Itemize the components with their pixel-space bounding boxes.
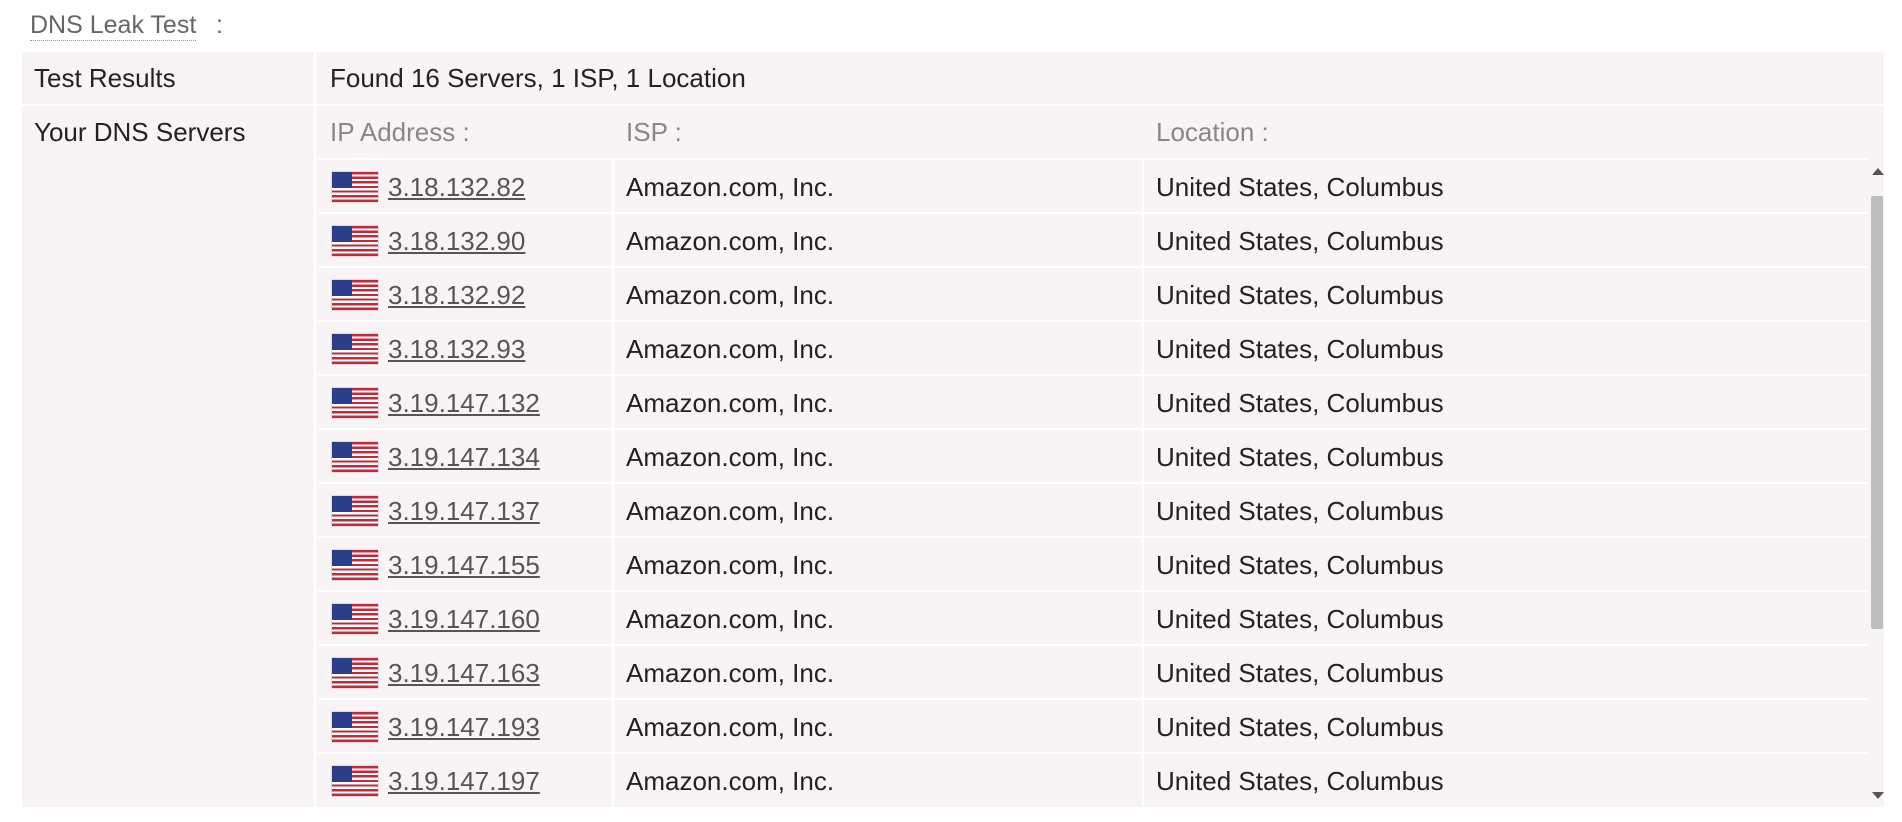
isp-cell: Amazon.com, Inc. (614, 700, 1144, 752)
isp-cell: Amazon.com, Inc. (614, 646, 1144, 698)
test-results-label: Test Results (34, 63, 176, 93)
ip-address-link[interactable]: 3.18.132.82 (388, 160, 525, 214)
isp-cell: Amazon.com, Inc. (614, 268, 1144, 320)
table-row: 3.19.147.197 Amazon.com, Inc. United Sta… (318, 752, 1868, 806)
us-flag-icon (332, 334, 378, 364)
location-cell: United States, Columbus (1156, 766, 1444, 796)
location-cell: United States, Columbus (1156, 604, 1444, 634)
location-cell: United States, Columbus (1156, 550, 1444, 580)
ip-cell: 3.18.132.82 (318, 160, 614, 212)
location-cell: United States, Columbus (1156, 280, 1444, 310)
ip-cell: 3.18.132.90 (318, 214, 614, 266)
table-row: 3.19.147.193 Amazon.com, Inc. United Sta… (318, 698, 1868, 752)
table-row: 3.19.147.155 Amazon.com, Inc. United Sta… (318, 536, 1868, 590)
ip-address-link[interactable]: 3.19.147.134 (388, 430, 540, 484)
isp-cell: Amazon.com, Inc. (614, 430, 1144, 482)
scroll-up-arrow-icon[interactable] (1872, 168, 1884, 175)
us-flag-icon (332, 712, 378, 742)
table-row: 3.19.147.132 Amazon.com, Inc. United Sta… (318, 374, 1868, 428)
ip-cell: 3.19.147.160 (318, 592, 614, 644)
header-location: Location : (1156, 117, 1269, 147)
isp-cell: Amazon.com, Inc. (614, 592, 1144, 644)
ip-cell: 3.19.147.134 (318, 430, 614, 482)
test-results-label-cell: Test Results (22, 52, 316, 104)
ip-address-link[interactable]: 3.19.147.160 (388, 592, 540, 646)
table-row: 3.19.147.160 Amazon.com, Inc. United Sta… (318, 590, 1868, 644)
table-row: 3.18.132.92 Amazon.com, Inc. United Stat… (318, 266, 1868, 320)
ip-cell: 3.19.147.137 (318, 484, 614, 536)
us-flag-icon (332, 226, 378, 256)
dns-table-header: IP Address : ISP : Location : (318, 106, 1870, 158)
section-title-colon: : (216, 11, 223, 39)
scroll-down-arrow-icon[interactable] (1872, 792, 1884, 799)
isp-cell: Amazon.com, Inc. (614, 754, 1144, 806)
dns-servers-label-cell: Your DNS Servers (22, 106, 316, 807)
dns-list-scrollbar[interactable] (1870, 158, 1884, 807)
isp-cell: Amazon.com, Inc. (614, 214, 1144, 266)
dns-server-list[interactable]: 3.18.132.82 Amazon.com, Inc. United Stat… (318, 158, 1870, 807)
ip-address-link[interactable]: 3.19.147.193 (388, 700, 540, 754)
ip-address-link[interactable]: 3.18.132.93 (388, 322, 525, 376)
us-flag-icon (332, 604, 378, 634)
scrollbar-thumb[interactable] (1871, 196, 1883, 629)
ip-cell: 3.18.132.93 (318, 322, 614, 374)
isp-cell: Amazon.com, Inc. (614, 376, 1144, 428)
location-cell: United States, Columbus (1156, 226, 1444, 256)
location-cell: United States, Columbus (1156, 172, 1444, 202)
header-isp: ISP : (626, 117, 682, 147)
ip-cell: 3.19.147.193 (318, 700, 614, 752)
header-ip-address: IP Address : (330, 117, 470, 147)
ip-address-link[interactable]: 3.19.147.132 (388, 376, 540, 430)
location-cell: United States, Columbus (1156, 388, 1444, 418)
ip-address-link[interactable]: 3.18.132.92 (388, 268, 525, 322)
dns-servers-row: Your DNS Servers IP Address : ISP : Loca… (22, 106, 1884, 807)
table-row: 3.19.147.137 Amazon.com, Inc. United Sta… (318, 482, 1868, 536)
table-row: 3.18.132.93 Amazon.com, Inc. United Stat… (318, 320, 1868, 374)
ip-cell: 3.19.147.197 (318, 754, 614, 806)
ip-cell: 3.19.147.132 (318, 376, 614, 428)
us-flag-icon (332, 388, 378, 418)
isp-cell: Amazon.com, Inc. (614, 538, 1144, 590)
table-row: 3.19.147.134 Amazon.com, Inc. United Sta… (318, 428, 1868, 482)
ip-address-link[interactable]: 3.19.147.197 (388, 754, 540, 807)
isp-cell: Amazon.com, Inc. (614, 160, 1144, 212)
location-cell: United States, Columbus (1156, 658, 1444, 688)
us-flag-icon (332, 442, 378, 472)
section-title: DNS Leak Test (30, 11, 197, 41)
ip-address-link[interactable]: 3.19.147.137 (388, 484, 540, 538)
ip-address-link[interactable]: 3.18.132.90 (388, 214, 525, 268)
test-results-value: Found 16 Servers, 1 ISP, 1 Location (330, 63, 746, 93)
ip-address-link[interactable]: 3.19.147.163 (388, 646, 540, 700)
location-cell: United States, Columbus (1156, 712, 1444, 742)
us-flag-icon (332, 766, 378, 796)
ip-cell: 3.19.147.155 (318, 538, 614, 590)
us-flag-icon (332, 550, 378, 580)
location-cell: United States, Columbus (1156, 334, 1444, 364)
isp-cell: Amazon.com, Inc. (614, 484, 1144, 536)
us-flag-icon (332, 172, 378, 202)
us-flag-icon (332, 280, 378, 310)
test-results-row: Test Results Found 16 Servers, 1 ISP, 1 … (22, 52, 1884, 106)
dns-leak-results-panel: Test Results Found 16 Servers, 1 ISP, 1 … (22, 52, 1884, 807)
us-flag-icon (332, 496, 378, 526)
ip-cell: 3.18.132.92 (318, 268, 614, 320)
location-cell: United States, Columbus (1156, 442, 1444, 472)
table-row: 3.19.147.163 Amazon.com, Inc. United Sta… (318, 644, 1868, 698)
dns-servers-label: Your DNS Servers (34, 117, 246, 147)
us-flag-icon (332, 658, 378, 688)
table-row: 3.18.132.82 Amazon.com, Inc. United Stat… (318, 158, 1868, 212)
ip-cell: 3.19.147.163 (318, 646, 614, 698)
ip-address-link[interactable]: 3.19.147.155 (388, 538, 540, 592)
location-cell: United States, Columbus (1156, 496, 1444, 526)
table-row: 3.18.132.90 Amazon.com, Inc. United Stat… (318, 212, 1868, 266)
isp-cell: Amazon.com, Inc. (614, 322, 1144, 374)
